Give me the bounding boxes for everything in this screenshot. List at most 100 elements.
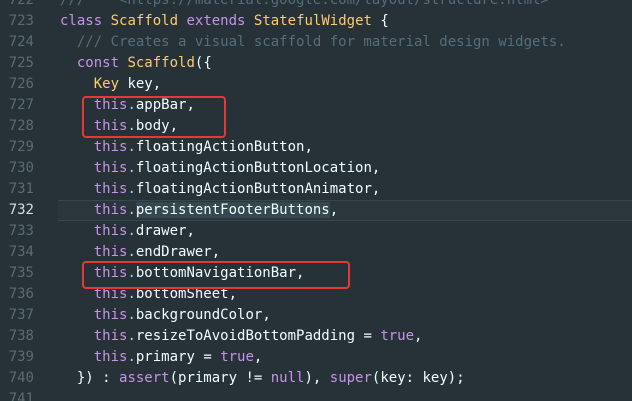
line-number: 730 <box>8 160 34 176</box>
code-text: this.resizeToAvoidBottomPadding = true, <box>60 326 632 347</box>
code-text: this.floatingActionButton, <box>60 137 632 158</box>
code-token: = <box>194 349 221 365</box>
code-token: , <box>211 244 221 260</box>
code-token: true <box>220 349 254 365</box>
line-number: 736 <box>8 286 34 302</box>
code-text: this.backgroundColor, <box>60 305 632 326</box>
code-token: this <box>93 223 128 239</box>
line-number: 722 <box>8 0 34 8</box>
code-token: StatefulWidget <box>253 13 372 29</box>
code-token: . <box>127 181 136 197</box>
code-line[interactable]: 724 /// Creates a visual scaffold for ma… <box>0 32 632 53</box>
code-token: floatingActionButtonAnimator <box>135 181 372 197</box>
code-line[interactable]: 737 this.backgroundColor, <box>0 305 632 326</box>
code-line[interactable]: 740 }) : assert(primary != null), super(… <box>0 368 632 389</box>
line-number: 738 <box>8 328 34 344</box>
code-token: . <box>127 202 136 218</box>
code-token: null <box>270 370 305 386</box>
line-number: 728 <box>8 118 34 134</box>
code-token: assert <box>119 370 170 386</box>
code-line[interactable]: 732 this.persistentFooterButtons, <box>0 200 632 221</box>
line-number: 734 <box>8 244 34 260</box>
line-number: 725 <box>8 55 34 71</box>
line-number: 740 <box>8 370 34 386</box>
code-token: . <box>127 244 136 260</box>
code-token: this <box>93 181 128 197</box>
code-token: this <box>93 307 128 323</box>
code-token: /// Creates a visual scaffold for materi… <box>60 34 566 50</box>
line-number: 731 <box>8 181 34 197</box>
code-line[interactable]: 733 this.drawer, <box>0 221 632 242</box>
code-token: , <box>371 181 381 197</box>
line-number: 735 <box>8 265 34 281</box>
line-number: 726 <box>8 76 34 92</box>
line-number: 729 <box>8 139 34 155</box>
code-token: resizeToAvoidBottomPadding <box>135 328 356 344</box>
code-token: const <box>76 55 120 71</box>
code-line[interactable]: 723 class Scaffold extends StatefulWidget… <box>0 11 632 32</box>
code-text: this.primary = true, <box>60 347 632 368</box>
code-token: . <box>127 328 136 344</box>
code-token: ({ <box>194 55 212 71</box>
code-text: /// Creates a visual scaffold for materi… <box>60 32 632 53</box>
code-text: /// * <https://material.google.com/layou… <box>60 0 632 11</box>
line-number: 724 <box>8 34 34 50</box>
code-token: , <box>414 328 423 344</box>
code-editor[interactable]: 722 /// * <https://material.google.com/la… <box>0 0 632 401</box>
code-token: , <box>304 139 313 155</box>
line-number: 733 <box>8 223 34 239</box>
code-token: floatingActionButtonLocation <box>135 160 372 176</box>
code-token: Scaffold <box>110 13 179 29</box>
code-text: Key key, <box>60 74 632 95</box>
line-number: 727 <box>8 97 34 113</box>
code-text: const Scaffold({ <box>60 53 632 74</box>
code-token: /// * <https://material.google.com/layou… <box>60 0 549 8</box>
code-line[interactable]: 729 this.floatingActionButton, <box>0 137 632 158</box>
code-text: class Scaffold extends StatefulWidget { <box>60 11 632 32</box>
code-token: class <box>60 13 103 29</box>
code-line[interactable]: 722 /// * <https://material.google.com/la… <box>0 0 632 11</box>
code-token: this <box>93 139 128 155</box>
line-number: 741 <box>8 391 34 401</box>
code-line[interactable]: 731 this.floatingActionButtonAnimator, <box>0 179 632 200</box>
code-token: endDrawer <box>135 244 212 260</box>
code-line[interactable]: 739 this.primary = true, <box>0 347 632 368</box>
code-token: . <box>127 307 136 323</box>
line-number: 737 <box>8 307 34 323</box>
code-line[interactable]: 730 this.floatingActionButtonLocation, <box>0 158 632 179</box>
code-token: Scaffold <box>127 55 195 71</box>
code-lines: 722 /// * <https://material.google.com/la… <box>0 0 632 401</box>
line-number: 723 <box>8 13 34 29</box>
code-token: this <box>93 202 128 218</box>
code-token: primary <box>135 349 195 365</box>
code-line[interactable]: 725 const Scaffold({ <box>0 53 632 74</box>
code-line[interactable]: 738 this.resizeToAvoidBottomPadding = tr… <box>0 326 632 347</box>
code-token: }) : <box>60 370 120 386</box>
code-text: this.endDrawer, <box>60 242 632 263</box>
code-token: . <box>127 139 136 155</box>
code-token: , <box>329 202 339 218</box>
code-text: this.floatingActionButtonAnimator, <box>60 179 632 200</box>
code-token: floatingActionButton <box>135 139 305 155</box>
code-token: . <box>127 349 136 365</box>
code-text: this.persistentFooterButtons, <box>58 200 632 221</box>
code-line[interactable]: 734 this.endDrawer, <box>0 242 632 263</box>
code-token: . <box>127 223 136 239</box>
code-token: this <box>93 160 128 176</box>
code-line[interactable]: 726 Key key, <box>0 74 632 95</box>
code-line[interactable]: 741 <box>0 389 632 401</box>
code-text: }) : assert(primary != null), super(key:… <box>60 368 632 389</box>
code-token: this <box>93 244 128 260</box>
